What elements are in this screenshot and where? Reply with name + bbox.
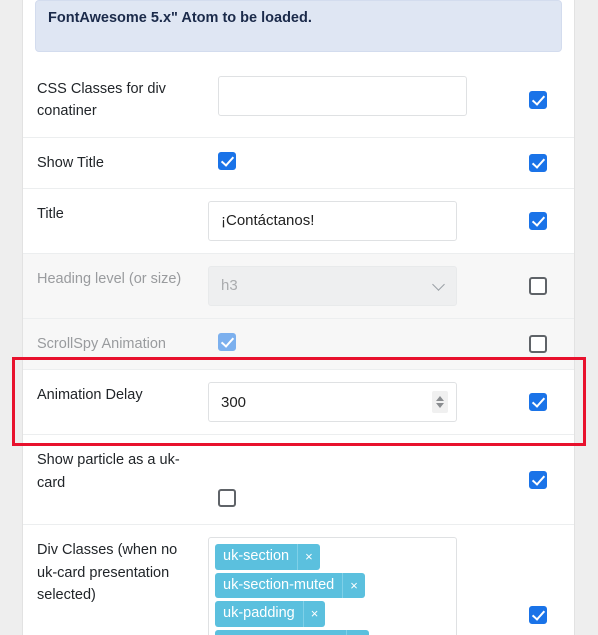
title-input[interactable] — [208, 200, 457, 241]
row-label: CSS Classes for div conatiner — [37, 80, 166, 120]
row-toggle-cell — [502, 525, 574, 635]
enable-toggle-checkbox[interactable] — [529, 393, 547, 412]
tag-chip[interactable]: uk-text-secondary × — [215, 629, 369, 635]
row-animation-delay: Animation Delay — [23, 369, 574, 434]
row-toggle-cell — [502, 254, 574, 318]
remove-tag-icon[interactable]: × — [346, 629, 369, 635]
enable-toggle-checkbox[interactable] — [529, 153, 547, 172]
row-control — [208, 319, 502, 368]
row-toggle-cell — [502, 435, 574, 524]
row-control — [208, 138, 502, 187]
number-stepper[interactable] — [432, 391, 448, 414]
enable-toggle-checkbox[interactable] — [529, 276, 547, 295]
tag-label: uk-padding — [223, 605, 295, 622]
row-control — [208, 370, 502, 434]
row-toggle-cell — [502, 370, 574, 434]
row-control — [208, 64, 502, 128]
settings-panel: FontAwesome 5.x" Atom to be loaded. CSS … — [22, 0, 575, 635]
alert-text: FontAwesome 5.x" Atom to be loaded. — [48, 10, 312, 26]
row-toggle-cell — [502, 138, 574, 188]
row-label: Animation Delay — [37, 387, 143, 404]
tag-label: uk-section — [223, 548, 290, 565]
row-css-classes-div-container: CSS Classes for div conatiner — [23, 64, 574, 137]
row-label: Show particle as a uk-card — [37, 452, 180, 491]
remove-tag-icon[interactable]: × — [297, 544, 320, 570]
row-heading-level: Heading level (or size) h3 — [23, 252, 574, 318]
row-show-particle-as-uk-card: Show particle as a uk-card — [23, 434, 574, 524]
tag-chip[interactable]: uk-section × — [215, 544, 320, 570]
row-label: Div Classes (when no uk-card presentatio… — [37, 542, 178, 604]
tag-chip[interactable]: uk-section-muted × — [215, 572, 365, 599]
row-control — [208, 435, 502, 524]
row-toggle-cell — [502, 189, 574, 253]
row-label: ScrollSpy Animation — [37, 335, 166, 352]
stepper-down-icon[interactable] — [436, 403, 444, 409]
row-title: Title — [23, 187, 574, 253]
animation-delay-wrap — [208, 382, 457, 423]
row-toggle-cell — [502, 319, 574, 369]
heading-level-select-wrap: h3 — [208, 265, 457, 306]
settings-form: CSS Classes for div conatiner Show Title — [23, 64, 574, 635]
enable-toggle-checkbox[interactable] — [529, 470, 547, 489]
show-title-checkbox[interactable] — [218, 151, 236, 170]
enable-toggle-checkbox[interactable] — [529, 335, 547, 354]
row-control: uk-section × uk-section-muted × uk-paddi… — [208, 525, 502, 635]
row-label: Show Title — [37, 154, 104, 171]
screen-root: FontAwesome 5.x" Atom to be loaded. CSS … — [0, 0, 598, 635]
row-show-title: Show Title — [23, 136, 574, 188]
animation-delay-input[interactable] — [208, 382, 457, 423]
tag-chip[interactable]: uk-padding × — [215, 601, 326, 627]
remove-tag-icon[interactable]: × — [302, 601, 326, 627]
scrollspy-animation-checkbox — [218, 332, 236, 351]
enable-toggle-checkbox[interactable] — [529, 605, 547, 624]
row-control: h3 — [208, 254, 502, 318]
row-toggle-cell — [502, 64, 574, 137]
row-control — [208, 189, 502, 253]
css-classes-div-container-input[interactable] — [218, 75, 467, 116]
enable-toggle-checkbox[interactable] — [529, 91, 547, 110]
show-particle-as-uk-card-checkbox[interactable] — [218, 489, 236, 508]
row-label: Heading level (or size) — [37, 270, 182, 287]
fontawesome-alert-banner: FontAwesome 5.x" Atom to be loaded. — [35, 0, 562, 52]
enable-toggle-checkbox[interactable] — [529, 211, 547, 230]
tag-label: uk-text-secondary — [215, 630, 346, 635]
row-scrollspy-animation: ScrollSpy Animation — [23, 317, 574, 370]
heading-level-select[interactable]: h3 — [208, 265, 457, 306]
row-div-classes: Div Classes (when no uk-card presentatio… — [23, 524, 574, 635]
stepper-up-icon[interactable] — [436, 396, 444, 402]
remove-tag-icon[interactable]: × — [342, 572, 365, 599]
tag-label: uk-section-muted — [223, 576, 335, 593]
row-label: Title — [37, 205, 64, 222]
div-classes-tag-input[interactable]: uk-section × uk-section-muted × uk-paddi… — [208, 537, 457, 635]
